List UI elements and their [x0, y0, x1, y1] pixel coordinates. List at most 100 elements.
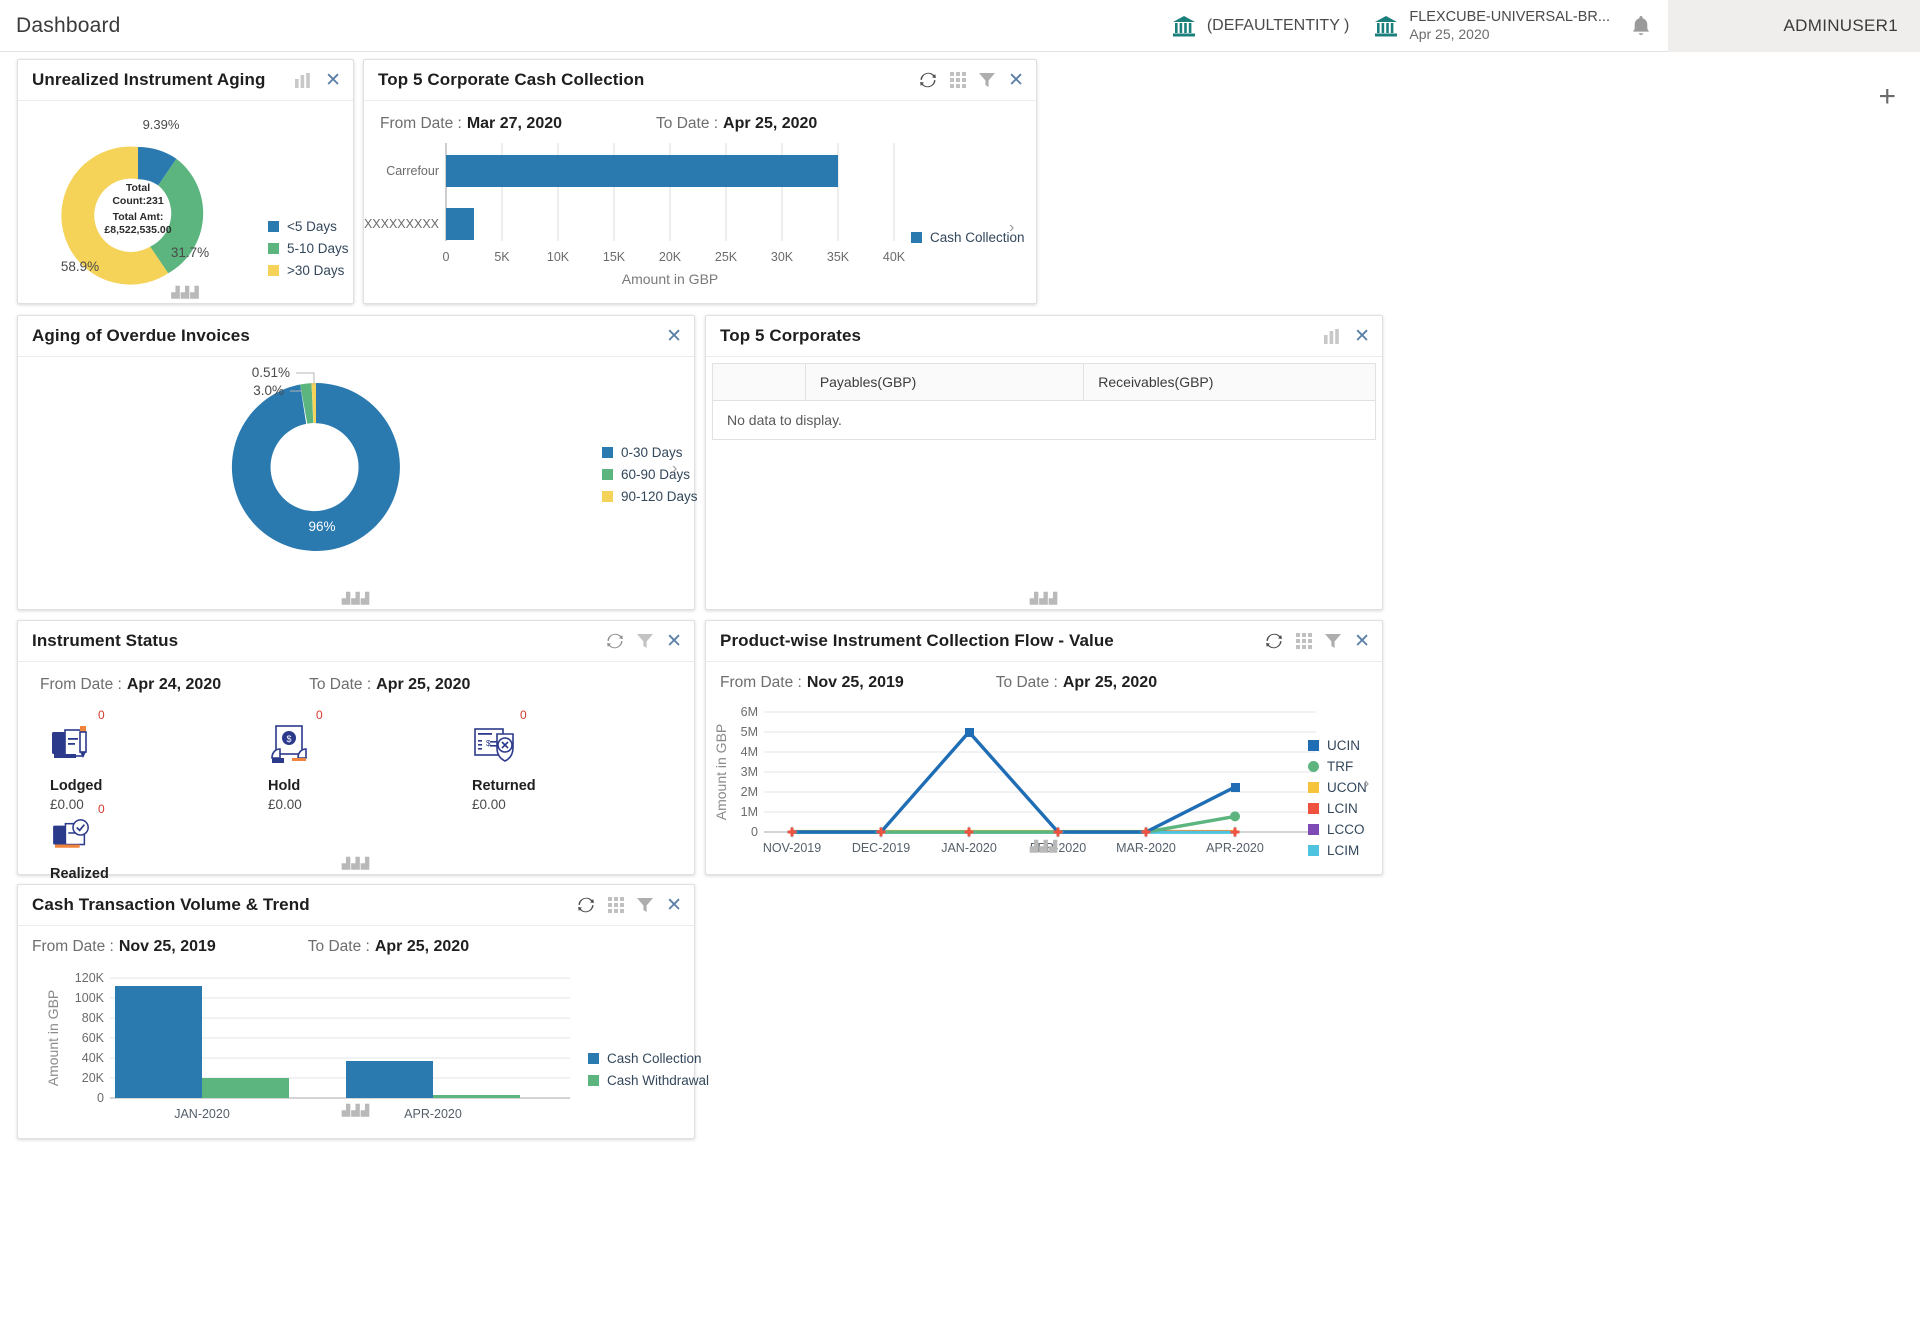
to-date-label: To Date : [307, 938, 370, 955]
legend-item[interactable]: TRF [1308, 759, 1367, 774]
svg-text:3M: 3M [741, 765, 758, 779]
widget-aging-of-overdue-invoices: Aging of Overdue Invoices ✕ 0.51% 3.0% 9… [17, 315, 698, 610]
bar-chart-top5-cash-collection: Carrefour XXXXXXXXX 0 5K 10K 15K 20K 25K… [364, 143, 906, 287]
widget-actions: ✕ [1265, 632, 1370, 651]
refresh-icon[interactable] [606, 632, 624, 650]
svg-text:40K: 40K [883, 250, 906, 264]
widget-actions: ✕ [295, 71, 341, 90]
legend-item[interactable]: >30 Days [268, 263, 349, 278]
legend-item[interactable]: Cash Collection [588, 1051, 709, 1066]
chart-toggle-icon[interactable] [295, 72, 312, 88]
legend-next-arrow-icon[interactable]: › [1364, 775, 1369, 793]
svg-text:40K: 40K [82, 1051, 105, 1065]
close-icon[interactable]: ✕ [1008, 71, 1024, 90]
from-date-label: From Date : [720, 674, 802, 691]
from-date-label: From Date : [40, 676, 122, 693]
refresh-icon[interactable] [919, 71, 937, 89]
svg-text:APR-2020: APR-2020 [1206, 841, 1264, 855]
bar-chart-cash-transaction-volume: 120K 100K 80K 60K 40K 20K 0 Amount in GB… [45, 971, 570, 1121]
user-menu[interactable]: ADMINUSER1 [1668, 0, 1920, 52]
widget-actions: ✕ [577, 896, 682, 915]
legend-item[interactable]: UCON [1308, 780, 1367, 795]
realized-icon [53, 819, 89, 848]
status-tile-hold[interactable]: 0 $ Hold £0.00 [268, 708, 428, 812]
filter-icon[interactable] [637, 897, 654, 913]
svg-text:Amount in GBP: Amount in GBP [713, 724, 729, 821]
legend-item[interactable]: Cash Withdrawal [588, 1073, 709, 1088]
status-tile-returned[interactable]: 0 $ Returned £0.00 [472, 708, 632, 812]
drag-handle[interactable]: ▟▟▟ [1030, 840, 1058, 853]
svg-text:Total Amt:: Total Amt: [113, 211, 164, 223]
legend-next-arrow-icon[interactable]: › [1009, 219, 1014, 237]
drag-handle[interactable]: ▟▟▟ [342, 1104, 370, 1117]
close-icon[interactable]: ✕ [1354, 632, 1370, 651]
grid-view-icon[interactable] [950, 72, 967, 88]
to-date-value: Apr 25, 2020 [376, 676, 471, 693]
notifications-button[interactable] [1620, 14, 1668, 38]
filter-icon[interactable] [979, 72, 996, 88]
column-header-payables: Payables(GBP) [804, 363, 1085, 401]
svg-text:JAN-2020: JAN-2020 [941, 841, 997, 855]
widget-body: From Date : Apr 24, 2020 To Date : Apr 2… [18, 662, 694, 900]
close-icon[interactable]: ✕ [1354, 327, 1370, 346]
legend-item[interactable]: Cash Collection [911, 230, 1025, 245]
widget-header: Instrument Status ✕ [18, 621, 694, 662]
legend-item[interactable]: 0-30 Days [602, 445, 698, 460]
branch-date: Apr 25, 2020 [1409, 25, 1490, 42]
entity-selector[interactable]: (DEFAULTENTITY ) [1157, 13, 1364, 39]
close-icon[interactable]: ✕ [666, 632, 682, 651]
chart-toggle-icon[interactable] [1324, 328, 1341, 344]
svg-text:100K: 100K [75, 991, 105, 1005]
bar-jan-withdrawal [202, 1078, 289, 1098]
bar-carrefour [446, 155, 838, 187]
legend-item[interactable]: 60-90 Days [602, 467, 698, 482]
grid-view-icon[interactable] [608, 897, 625, 913]
date-range: From Date : Apr 24, 2020 To Date : Apr 2… [18, 662, 694, 694]
drag-handle[interactable]: ▟▟▟ [1030, 592, 1058, 605]
legend-item[interactable]: LCCO [1308, 822, 1367, 837]
legend-next-arrow-icon[interactable]: › [672, 460, 677, 478]
filter-icon[interactable] [637, 633, 654, 649]
drag-handle[interactable]: ▟▟▟ [171, 286, 199, 299]
drag-handle[interactable]: ▟▟▟ [342, 857, 370, 870]
widget-body: Payables(GBP) Receivables(GBP) No data t… [706, 357, 1382, 610]
grid-view-icon[interactable] [1296, 633, 1313, 649]
filter-icon[interactable] [1325, 633, 1342, 649]
svg-text:96%: 96% [308, 519, 335, 534]
widget-title: Cash Transaction Volume & Trend [32, 895, 310, 914]
close-icon[interactable]: ✕ [666, 327, 682, 346]
svg-text:30K: 30K [771, 250, 794, 264]
refresh-icon[interactable] [1265, 632, 1283, 650]
legend-swatch [1308, 845, 1319, 856]
legend-label: 60-90 Days [621, 467, 691, 482]
date-range: From Date : Nov 25, 2019 To Date : Apr 2… [18, 926, 694, 956]
column-header-name [712, 363, 806, 401]
drag-handle[interactable]: ▟▟▟ [342, 592, 370, 605]
widget-actions: ✕ [1324, 327, 1370, 346]
legend-item[interactable]: UCIN [1308, 738, 1367, 753]
tile-amount: £0.00 [268, 797, 302, 812]
widget-top5-corporate-cash-collection: Top 5 Corporate Cash Collection ✕ From D… [363, 59, 1037, 304]
svg-text:0: 0 [443, 250, 450, 264]
svg-text:3.0%: 3.0% [253, 383, 284, 398]
refresh-icon[interactable] [577, 896, 595, 914]
legend-item[interactable]: LCIN [1308, 801, 1367, 816]
widget-cash-transaction-volume-trend: Cash Transaction Volume & Trend ✕ From D… [17, 884, 709, 1139]
close-icon[interactable]: ✕ [666, 896, 682, 915]
svg-text:Count:231: Count:231 [112, 195, 163, 207]
add-widget-button[interactable]: + [1878, 82, 1896, 112]
branch-selector[interactable]: FLEXCUBE-UNIVERSAL-BR... Apr 25, 2020 [1363, 8, 1620, 44]
legend-item[interactable]: 90-120 Days [602, 489, 698, 504]
widget-body: From Date : Mar 27, 2020 To Date : Apr 2… [364, 101, 1036, 304]
legend-item[interactable]: 5-10 Days [268, 241, 349, 256]
entity-label: (DEFAULTENTITY ) [1206, 16, 1350, 34]
close-icon[interactable]: ✕ [325, 71, 341, 90]
legend-swatch [1308, 782, 1319, 793]
widget-body: 0.51% 3.0% 96% 0-30 Days 60-90 Days 90-1… [18, 357, 698, 610]
status-tile-lodged[interactable]: 0 Lodged £0.00 [50, 708, 210, 812]
legend-swatch [588, 1053, 599, 1064]
legend-item[interactable]: <5 Days [268, 219, 349, 234]
legend-item[interactable]: LCIM [1308, 843, 1367, 858]
tile-count: 0 [316, 708, 323, 722]
status-tiles: 0 Lodged £0.00 0 $ Hold £0.00 0 $ Return… [18, 694, 694, 900]
